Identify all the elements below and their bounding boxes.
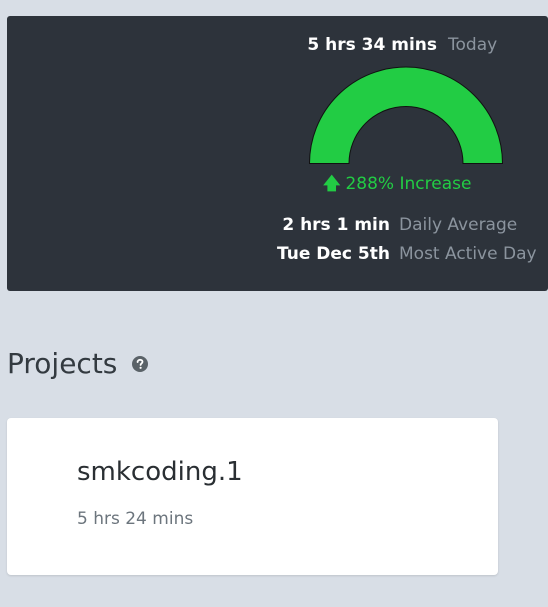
stats-summary-panel: 5 hrs 34 mins Today 🡅 288% Increase 2 hrs… [7,16,548,291]
today-value: 5 hrs 34 mins [307,35,437,55]
most-active-day-row: Tue Dec 5th Most Active Day [7,243,548,267]
arrow-up-icon: 🡅 [323,174,341,194]
most-active-day-label: Most Active Day [399,244,537,264]
most-active-day-value: Tue Dec 5th [277,244,390,264]
question-circle-icon[interactable] [132,345,149,381]
today-label: Today [448,35,498,55]
project-name[interactable]: smkcoding.1 [77,456,243,488]
gauge-arc [308,66,504,164]
projects-title: Projects [7,347,118,380]
daily-average-label: Daily Average [399,215,518,235]
today-row: 5 hrs 34 mins Today [7,34,548,58]
projects-heading: Projects [7,345,149,382]
increase-indicator: 🡅 288% Increase [323,173,471,195]
project-time: 5 hrs 24 mins [77,509,194,529]
daily-average-value: 2 hrs 1 min [282,215,390,235]
increase-text: 288% Increase [345,174,472,194]
project-card[interactable]: smkcoding.1 5 hrs 24 mins [7,418,498,575]
activity-gauge [308,66,504,164]
daily-average-row: 2 hrs 1 min Daily Average [7,214,548,238]
